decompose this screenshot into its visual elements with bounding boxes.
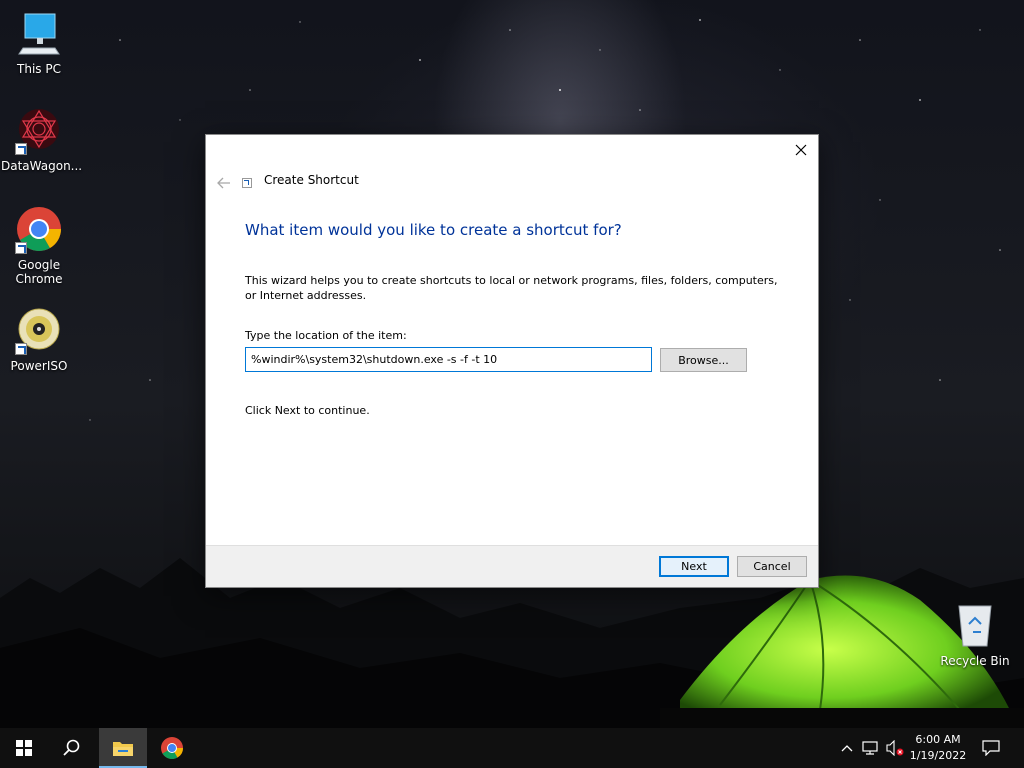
network-icon xyxy=(862,741,878,755)
desktop-icon-google-chrome[interactable]: Google Chrome xyxy=(1,206,77,286)
search-button[interactable] xyxy=(48,728,96,768)
recycle-bin-icon xyxy=(951,602,999,650)
cancel-button[interactable]: Cancel xyxy=(737,556,807,577)
desktop-icon-label: DataWagon... xyxy=(1,159,83,173)
taskbar-clock[interactable]: 6:00 AM 1/19/2022 xyxy=(906,732,970,764)
dialog-footer: Next Cancel xyxy=(206,545,818,587)
close-icon xyxy=(795,144,807,156)
back-arrow-icon xyxy=(217,177,230,189)
desktop-icon-label: This PC xyxy=(17,62,61,76)
close-button[interactable] xyxy=(784,135,818,165)
search-icon xyxy=(63,739,80,756)
desktop-icon-recycle-bin[interactable]: Recycle Bin xyxy=(937,602,1013,668)
create-shortcut-dialog: Create Shortcut What item would you like… xyxy=(205,134,819,588)
volume-muted-icon xyxy=(886,740,904,756)
wizard-description: This wizard helps you to create shortcut… xyxy=(245,274,778,302)
desktop-icon-this-pc[interactable]: This PC xyxy=(1,10,77,76)
action-center-button[interactable] xyxy=(981,738,1001,758)
desktop-icon-datawagon[interactable]: DataWagon... xyxy=(1,107,83,173)
desktop-icon-label: PowerISO xyxy=(10,359,68,373)
notification-icon xyxy=(982,740,1000,756)
next-button[interactable]: Next xyxy=(659,556,729,577)
chrome-taskbar-button[interactable] xyxy=(148,728,196,768)
shortcut-arrow-icon xyxy=(15,143,27,155)
shortcut-icon xyxy=(242,178,252,188)
desktop-icon-poweriso[interactable]: PowerISO xyxy=(1,307,77,373)
chevron-up-icon xyxy=(841,745,853,752)
file-explorer-icon xyxy=(113,742,133,756)
desktop-icon-label: Recycle Bin xyxy=(940,654,1010,668)
shortcut-arrow-icon xyxy=(15,242,27,254)
start-icon xyxy=(16,740,32,756)
desktop-icon-label: Google Chrome xyxy=(15,258,63,286)
dialog-title: Create Shortcut xyxy=(264,173,359,187)
computer-icon xyxy=(15,10,63,58)
network-button[interactable] xyxy=(861,738,881,758)
back-button[interactable] xyxy=(214,173,234,193)
shortcut-arrow-icon xyxy=(15,343,27,355)
chrome-icon xyxy=(15,206,63,254)
chrome-icon xyxy=(161,737,183,759)
poweriso-icon xyxy=(15,307,63,355)
start-button[interactable] xyxy=(0,728,48,768)
clock-time: 6:00 AM xyxy=(915,733,961,746)
show-hidden-icons-button[interactable] xyxy=(837,738,857,758)
wizard-heading: What item would you like to create a sho… xyxy=(245,221,622,239)
browse-button[interactable]: Browse... xyxy=(660,348,747,372)
datawagon-app-icon xyxy=(15,107,63,155)
location-input[interactable] xyxy=(245,347,652,372)
file-explorer-button[interactable] xyxy=(99,728,147,768)
taskbar: 6:00 AM 1/19/2022 xyxy=(0,728,1024,768)
location-label: Type the location of the item: xyxy=(245,329,407,342)
continue-hint: Click Next to continue. xyxy=(245,404,370,417)
clock-date: 1/19/2022 xyxy=(909,749,967,762)
volume-button[interactable] xyxy=(885,738,905,758)
